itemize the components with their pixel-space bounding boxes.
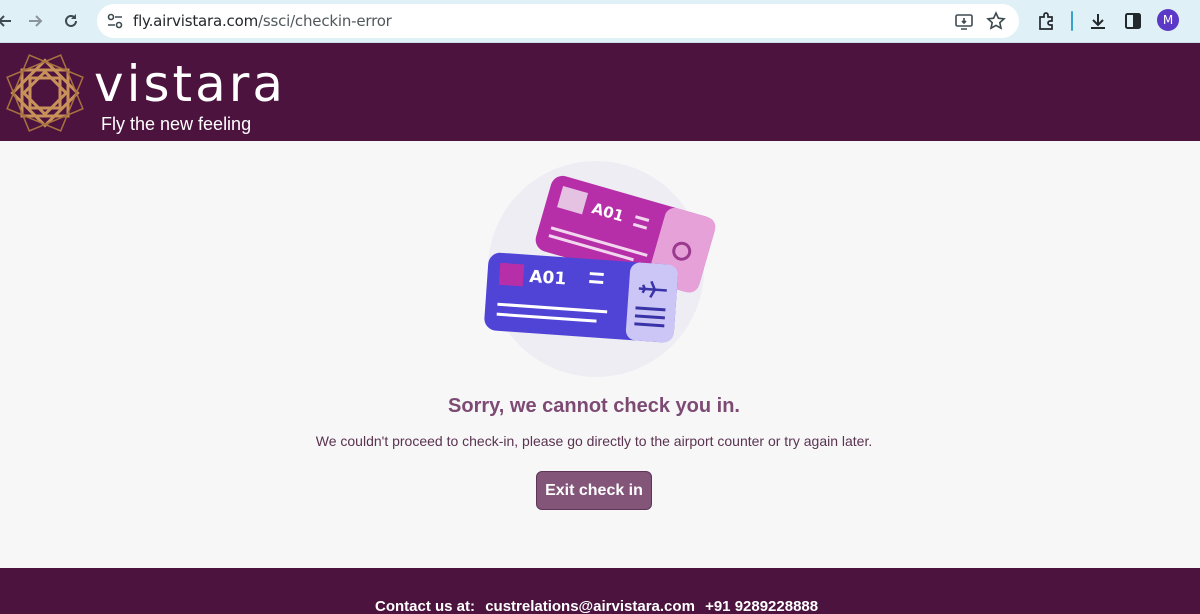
contact-phone-link[interactable]: +91 9289228888 xyxy=(705,598,818,614)
extensions-icon[interactable] xyxy=(1034,9,1058,33)
url-text[interactable]: fly.airvistara.com/ssci/checkin-error xyxy=(133,12,392,30)
browser-toolbar: fly.airvistara.com/ssci/checkin-error M xyxy=(0,0,1200,43)
site-footer: Contact us at: custrelations@airvistara.… xyxy=(0,568,1200,614)
vistara-logo-icon[interactable] xyxy=(2,50,88,136)
url-path: /ssci/checkin-error xyxy=(257,12,392,30)
site-settings-icon[interactable] xyxy=(105,11,125,31)
contact-label: Contact us at: xyxy=(375,598,476,614)
reload-icon[interactable] xyxy=(58,8,84,34)
exit-checkin-button[interactable]: Exit check in xyxy=(536,471,652,510)
profile-avatar[interactable]: M xyxy=(1157,9,1179,31)
contact-email-link[interactable]: custrelations@airvistara.com xyxy=(485,598,695,614)
bookmark-star-icon[interactable] xyxy=(985,10,1007,32)
forward-icon[interactable] xyxy=(22,8,48,34)
address-bar[interactable]: fly.airvistara.com/ssci/checkin-error xyxy=(97,4,1019,38)
contact-info: Contact us at: custrelations@airvistara.… xyxy=(375,598,824,614)
side-panel-icon[interactable] xyxy=(1121,9,1145,33)
toolbar-divider xyxy=(1071,11,1073,31)
error-message: We couldn't proceed to check-in, please … xyxy=(315,433,873,449)
back-icon[interactable] xyxy=(0,8,18,34)
download-icon[interactable] xyxy=(1086,9,1110,33)
site-header: vistara Fly the new feeling xyxy=(0,43,1200,141)
brand-wordmark: vistara xyxy=(94,55,286,113)
front-ticket-seat: A01 xyxy=(529,267,567,290)
url-host: fly.airvistara.com xyxy=(133,12,258,30)
brand-tagline: Fly the new feeling xyxy=(101,114,252,134)
error-title: Sorry, we cannot check you in. xyxy=(448,395,740,417)
install-app-icon[interactable] xyxy=(953,10,975,32)
checkin-error-panel: A01 A01 Sorry, we cannot check you in. W… xyxy=(0,141,1200,568)
boarding-pass-illustration: A01 A01 xyxy=(478,159,718,381)
